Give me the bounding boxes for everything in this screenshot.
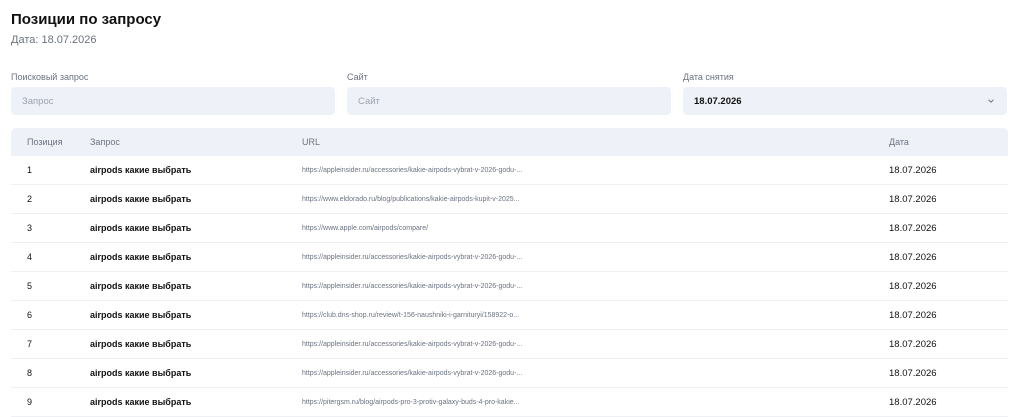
header-query: Запрос bbox=[90, 137, 120, 147]
header-date: Дата bbox=[889, 137, 909, 147]
table-row: 7 airpods какие выбрать https://appleinsid… bbox=[11, 330, 1008, 359]
table-row: 9 airpods какие выбрать https://pitergsm.r… bbox=[11, 388, 1008, 417]
row-position: 4 bbox=[27, 252, 33, 262]
table-row: 8 airpods какие выбрать https://appleinsid… bbox=[11, 359, 1008, 388]
site-label: Сайт bbox=[347, 72, 368, 82]
row-date: 18.07.2026 bbox=[889, 252, 937, 263]
row-date: 18.07.2026 bbox=[889, 281, 937, 292]
row-url[interactable]: https://appleinsider.ru/accessories/kaki… bbox=[302, 341, 522, 348]
positions-table: Позиция Запрос URL Дата 1 airpods какие в… bbox=[11, 128, 1008, 417]
row-url[interactable]: https://appleinsider.ru/accessories/kaki… bbox=[302, 370, 522, 377]
row-url[interactable]: https://appleinsider.ru/accessories/kaki… bbox=[302, 283, 522, 290]
row-position: 3 bbox=[27, 223, 33, 233]
table-row: 5 airpods какие выбрать https://appleinsid… bbox=[11, 272, 1008, 301]
row-query: airpods какие выбрать bbox=[90, 310, 192, 320]
chevron-down-icon bbox=[988, 99, 994, 103]
row-query: airpods какие выбрать bbox=[90, 223, 192, 233]
row-position: 2 bbox=[27, 194, 33, 204]
row-query: airpods какие выбрать bbox=[90, 165, 192, 175]
row-position: 9 bbox=[27, 397, 33, 407]
page-date: Дата: 18.07.2026 bbox=[11, 34, 97, 46]
table-row: 3 airpods какие выбрать https://www.apple.… bbox=[11, 214, 1008, 243]
date-select-value: 18.07.2026 bbox=[694, 95, 742, 107]
query-label: Поисковый запрос bbox=[11, 72, 89, 82]
row-position: 5 bbox=[27, 281, 33, 291]
row-url[interactable]: https://www.eldorado.ru/blog/publication… bbox=[302, 196, 520, 203]
row-position: 8 bbox=[27, 368, 33, 378]
row-position: 1 bbox=[27, 165, 33, 175]
row-url[interactable]: https://pitergsm.ru/blog/airpods-pro-3-p… bbox=[302, 399, 519, 406]
header-position: Позиция bbox=[27, 137, 63, 147]
row-query: airpods какие выбрать bbox=[90, 252, 192, 262]
site-placeholder: Сайт bbox=[358, 95, 380, 107]
table-row: 2 airpods какие выбрать https://www.eldora… bbox=[11, 185, 1008, 214]
row-date: 18.07.2026 bbox=[889, 397, 937, 408]
row-date: 18.07.2026 bbox=[889, 339, 937, 350]
page-title: Позиции по запросу bbox=[11, 11, 162, 28]
query-placeholder: Запрос bbox=[22, 95, 54, 107]
row-position: 6 bbox=[27, 310, 33, 320]
date-label: Дата снятия bbox=[683, 72, 734, 82]
row-date: 18.07.2026 bbox=[889, 165, 937, 176]
row-query: airpods какие выбрать bbox=[90, 281, 192, 291]
row-url[interactable]: https://club.dns-shop.ru/review/t-156-na… bbox=[302, 312, 519, 319]
row-query: airpods какие выбрать bbox=[90, 194, 192, 204]
row-position: 7 bbox=[27, 339, 33, 349]
table-row: 1 airpods какие выбрать https://appleinsid… bbox=[11, 156, 1008, 185]
row-date: 18.07.2026 bbox=[889, 310, 937, 321]
query-input[interactable]: Запрос bbox=[11, 87, 335, 115]
row-url[interactable]: https://appleinsider.ru/accessories/kaki… bbox=[302, 254, 522, 261]
row-date: 18.07.2026 bbox=[889, 223, 937, 234]
row-date: 18.07.2026 bbox=[889, 368, 937, 379]
row-query: airpods какие выбрать bbox=[90, 397, 192, 407]
table-header: Позиция Запрос URL Дата bbox=[11, 128, 1008, 156]
row-query: airpods какие выбрать bbox=[90, 339, 192, 349]
row-query: airpods какие выбрать bbox=[90, 368, 192, 378]
row-date: 18.07.2026 bbox=[889, 194, 937, 205]
date-select[interactable]: 18.07.2026 bbox=[683, 87, 1007, 115]
row-url[interactable]: https://www.apple.com/airpods/compare/ bbox=[302, 225, 428, 232]
table-row: 4 airpods какие выбрать https://appleinsid… bbox=[11, 243, 1008, 272]
table-row: 6 airpods какие выбрать https://club.dns-s… bbox=[11, 301, 1008, 330]
site-input[interactable]: Сайт bbox=[347, 87, 671, 115]
row-url[interactable]: https://appleinsider.ru/accessories/kaki… bbox=[302, 167, 522, 174]
header-url: URL bbox=[302, 137, 321, 147]
